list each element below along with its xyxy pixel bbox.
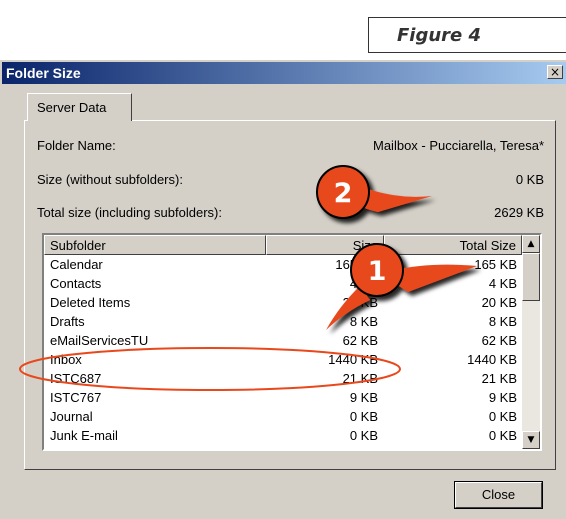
table-row[interactable]: Calendar 165 KB 165 KB <box>44 255 522 274</box>
subfolder-name: Drafts <box>50 314 85 329</box>
close-icon[interactable]: × <box>547 65 563 79</box>
subfolder-total-size: 21 KB <box>481 371 517 386</box>
table-row[interactable]: Inbox 1440 KB 1440 KB <box>44 350 522 369</box>
list-header: Subfolder Size Total Size <box>44 235 522 255</box>
subfolder-total-size: 165 KB <box>474 257 517 272</box>
subfolder-total-size: 8 KB <box>488 314 517 329</box>
subfolder-name: Junk E-mail <box>50 428 118 443</box>
subfolder-size: 8 KB <box>349 314 378 329</box>
close-button[interactable]: Close <box>454 481 543 509</box>
vertical-scrollbar[interactable]: ▲ ▼ <box>522 235 540 449</box>
table-row[interactable]: Deleted Items 20 KB 20 KB <box>44 293 522 312</box>
scroll-down-icon[interactable]: ▼ <box>522 431 540 449</box>
subfolder-name: Inbox <box>50 352 82 367</box>
column-header-subfolder[interactable]: Subfolder <box>44 235 266 255</box>
subfolder-name: eMailServicesTU <box>50 333 149 348</box>
table-row[interactable]: ISTC687 21 KB 21 KB <box>44 369 522 388</box>
subfolder-total-size: 9 KB <box>488 390 517 405</box>
subfolder-total-size: 1440 KB <box>467 352 517 367</box>
subfolder-size: 1440 KB <box>328 352 378 367</box>
table-row[interactable]: Journal 0 KB 0 KB <box>44 407 522 426</box>
window-title: Folder Size <box>6 65 81 81</box>
subfolder-name: Journal <box>50 409 93 424</box>
subfolder-name: ISTC767 <box>50 390 102 405</box>
subfolder-list[interactable]: Subfolder Size Total Size Calendar 165 KB… <box>42 233 542 451</box>
folder-name-label: Folder Name: <box>37 138 116 153</box>
subfolder-rows: Calendar 165 KB 165 KB Contacts 4 KB 4 KB Dele… <box>44 255 522 445</box>
subfolder-size: 21 KB <box>342 371 378 386</box>
folder-name-value: Mailbox - Pucciarella, Teresa* <box>373 138 544 153</box>
subfolder-total-size: 4 KB <box>488 276 517 291</box>
total-size-value: 2629 KB <box>494 205 544 220</box>
table-row[interactable]: Contacts 4 KB 4 KB <box>44 274 522 293</box>
subfolder-size: 165 KB <box>335 257 378 272</box>
subfolder-name: Deleted Items <box>50 295 131 310</box>
title-bar: Folder Size × <box>2 62 566 84</box>
subfolder-total-size: 0 KB <box>488 428 517 443</box>
subfolder-size: 0 KB <box>349 409 378 424</box>
scroll-up-icon[interactable]: ▲ <box>522 235 540 253</box>
table-row[interactable]: Junk E-mail 0 KB 0 KB <box>44 426 522 445</box>
figure-label: Figure 4 <box>368 17 566 53</box>
table-row[interactable]: ISTC767 9 KB 9 KB <box>44 388 522 407</box>
size-value: 0 KB <box>515 172 544 187</box>
subfolder-total-size: 20 KB <box>481 295 517 310</box>
subfolder-size: 62 KB <box>342 333 378 348</box>
tab-server-data[interactable]: Server Data <box>27 93 132 121</box>
subfolder-name: Calendar <box>50 257 103 272</box>
column-header-total-size[interactable]: Total Size <box>384 235 522 255</box>
subfolder-size: 4 KB <box>349 276 378 291</box>
subfolder-size: 9 KB <box>349 390 378 405</box>
column-header-size[interactable]: Size <box>266 235 384 255</box>
subfolder-total-size: 62 KB <box>481 333 517 348</box>
subfolder-size: 0 KB <box>349 428 378 443</box>
subfolder-size: 20 KB <box>342 295 378 310</box>
subfolder-name: ISTC687 <box>50 371 102 386</box>
table-row[interactable]: eMailServicesTU 62 KB 62 KB <box>44 331 522 350</box>
size-label: Size (without subfolders): <box>37 172 183 187</box>
table-row[interactable]: Drafts 8 KB 8 KB <box>44 312 522 331</box>
scroll-thumb[interactable] <box>522 253 540 301</box>
subfolder-name: Contacts <box>50 276 102 291</box>
subfolder-total-size: 0 KB <box>488 409 517 424</box>
total-size-label: Total size (including subfolders): <box>37 205 222 220</box>
